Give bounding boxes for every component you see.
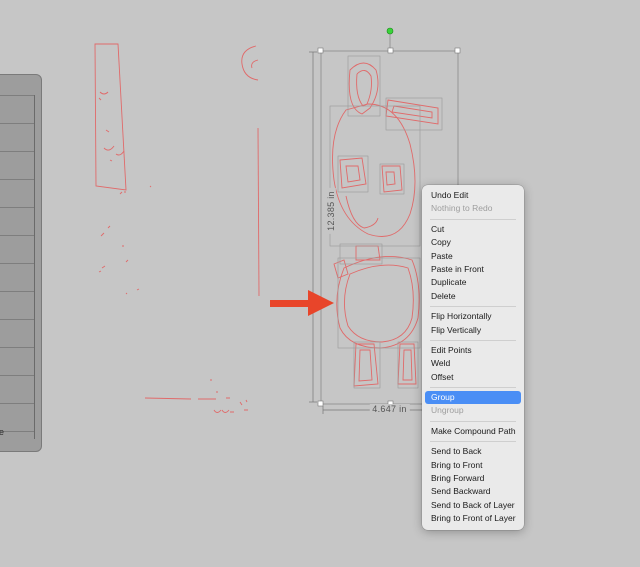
- menu-item-group[interactable]: Group: [425, 391, 521, 405]
- menu-item-cut[interactable]: Cut: [425, 223, 521, 236]
- menu-separator: [430, 339, 516, 341]
- arrow-right-icon: [270, 290, 334, 316]
- resize-handle-top-left: [317, 47, 324, 54]
- menu-item-flip-vertically[interactable]: Flip Vertically: [425, 324, 521, 337]
- menu-separator: [430, 420, 516, 422]
- menu-item-copy[interactable]: Copy: [425, 236, 521, 249]
- menu-item-duplicate[interactable]: Duplicate: [425, 276, 521, 289]
- resize-handle-top-right: [454, 47, 461, 54]
- menu-item-weld[interactable]: Weld: [425, 357, 521, 370]
- menu-item-delete[interactable]: Delete: [425, 290, 521, 303]
- menu-item-paste[interactable]: Paste: [425, 250, 521, 263]
- menu-item-paste-in-front[interactable]: Paste in Front: [425, 263, 521, 276]
- menu-item-bring-to-front[interactable]: Bring to Front: [425, 459, 521, 472]
- menu-item-nothing-to-redo: Nothing to Redo: [431, 203, 493, 214]
- design-canvas[interactable]: [0, 0, 640, 567]
- menu-item-send-to-back-of-layer[interactable]: Send to Back of Layer: [425, 499, 521, 512]
- menu-separator: [430, 306, 516, 308]
- menu-separator: [430, 218, 516, 220]
- menu-item-flip-horizontally[interactable]: Flip Horizontally: [425, 310, 521, 323]
- menu-separator: [430, 441, 516, 443]
- menu-item-ungroup: Ungroup: [431, 405, 464, 416]
- menu-item-offset[interactable]: Offset: [425, 371, 521, 384]
- rotate-handle-icon: [386, 27, 394, 35]
- menu-item-bring-to-front-of-layer[interactable]: Bring to Front of Layer: [425, 512, 521, 525]
- menu-item-edit-points[interactable]: Edit Points: [425, 344, 521, 357]
- menu-separator: [430, 387, 516, 389]
- width-label: 4.647 in: [369, 404, 410, 414]
- menu-item-undo-edit[interactable]: Undo Edit: [425, 189, 521, 202]
- context-menu[interactable]: Undo Edit Nothing to Redo Cut Copy Paste Past…: [422, 185, 524, 530]
- menu-item-send-backward[interactable]: Send Backward: [425, 485, 521, 498]
- traced-shapes[interactable]: [94, 43, 439, 413]
- menu-item-bring-forward[interactable]: Bring Forward: [425, 472, 521, 485]
- resize-handle-top: [387, 47, 394, 54]
- height-label: 12.385 in: [325, 188, 336, 234]
- menu-item-make-compound-path[interactable]: Make Compound Path: [425, 425, 521, 438]
- menu-item-send-to-back[interactable]: Send to Back: [425, 445, 521, 458]
